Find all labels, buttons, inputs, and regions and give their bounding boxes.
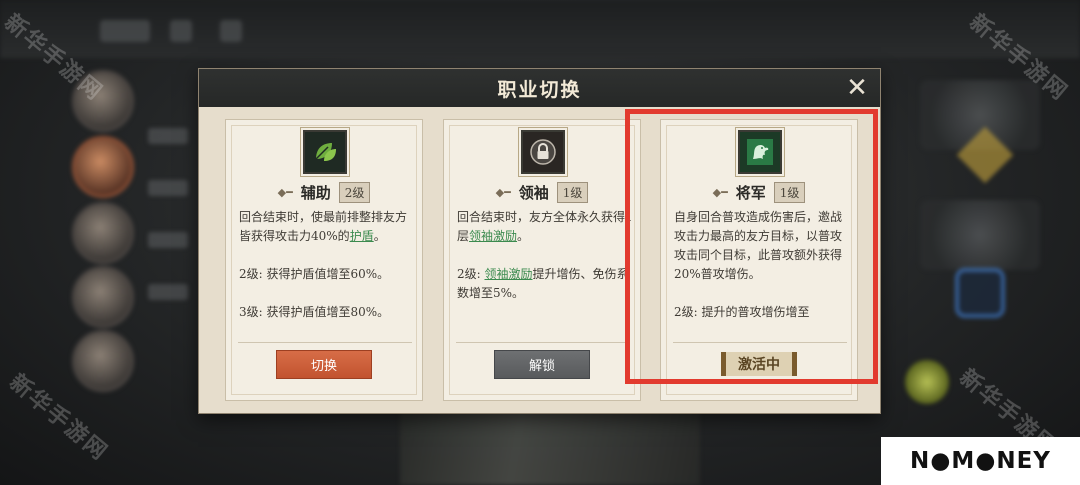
card-title-row: ◆━ 领袖 1级	[444, 182, 640, 203]
ornament-icon: ◆━	[495, 186, 511, 199]
leaf-icon	[315, 143, 336, 161]
description-paragraph: 回合结束时，使最前排整排友方皆获得攻击力40%的护盾。	[239, 208, 415, 246]
background-avatar	[72, 330, 134, 392]
class-description: 回合结束时，使最前排整排友方皆获得攻击力40%的护盾。 2级: 获得护盾值增至60…	[239, 208, 415, 340]
ornament-icon: ◆━	[277, 186, 293, 199]
class-name: 辅助	[300, 184, 331, 202]
description-text: 。	[517, 229, 530, 243]
keyword-link[interactable]: 领袖激励	[469, 229, 517, 243]
level-badge: 2级	[338, 182, 371, 203]
class-card-support[interactable]: ◆━ 辅助 2级 回合结束时，使最前排整排友方皆获得攻击力40%的护盾。 2级: …	[225, 119, 423, 401]
description-text: 。	[373, 229, 386, 243]
switch-button[interactable]: 切换	[276, 350, 372, 379]
description-paragraph: 3级: 获得护盾值增至80%。	[239, 303, 415, 322]
dialog-title: 职业切换	[497, 78, 582, 101]
description-text: 3级: 获得护盾值增至80%。	[239, 305, 390, 319]
divider	[238, 342, 412, 343]
class-card-leader[interactable]: ◆━ 领袖 1级 回合结束时，友方全体永久获得1层领袖激励。 2级: 领袖激励提升…	[443, 119, 641, 401]
dialog-header: 职业切换 ✕	[199, 69, 880, 107]
class-icon-frame	[521, 130, 565, 174]
description-paragraph: 2级: 获得护盾值增至60%。	[239, 265, 415, 284]
level-badge: 1级	[556, 182, 589, 203]
highlight-annotation	[625, 109, 878, 384]
unlock-button[interactable]: 解锁	[494, 350, 590, 379]
nomoney-logo: N●M●NEY	[881, 437, 1080, 485]
logo-text: N●M●NEY	[910, 448, 1051, 474]
close-button[interactable]: ✕	[844, 75, 870, 101]
description-text: 2级: 获得护盾值增至60%。	[239, 267, 390, 281]
card-title-row: ◆━ 辅助 2级	[226, 182, 422, 203]
background-avatar	[72, 202, 134, 264]
background-avatar	[72, 136, 134, 198]
close-icon: ✕	[846, 73, 868, 103]
class-icon-frame	[303, 130, 347, 174]
keyword-link[interactable]: 领袖激励	[485, 267, 533, 281]
class-description: 回合结束时，友方全体永久获得1层领袖激励。 2级: 领袖激励提升增伤、免伤系数增至…	[457, 208, 633, 340]
lock-icon	[530, 139, 556, 165]
description-paragraph: 回合结束时，友方全体永久获得1层领袖激励。	[457, 208, 633, 246]
description-paragraph: 2级: 领袖激励提升增伤、免伤系数增至5%。	[457, 265, 633, 303]
description-text: 2级:	[457, 267, 485, 281]
divider	[456, 342, 630, 343]
background-top-bar	[0, 0, 1080, 58]
class-name: 领袖	[518, 184, 549, 202]
background-avatar	[72, 266, 134, 328]
keyword-link[interactable]: 护盾	[350, 229, 374, 243]
